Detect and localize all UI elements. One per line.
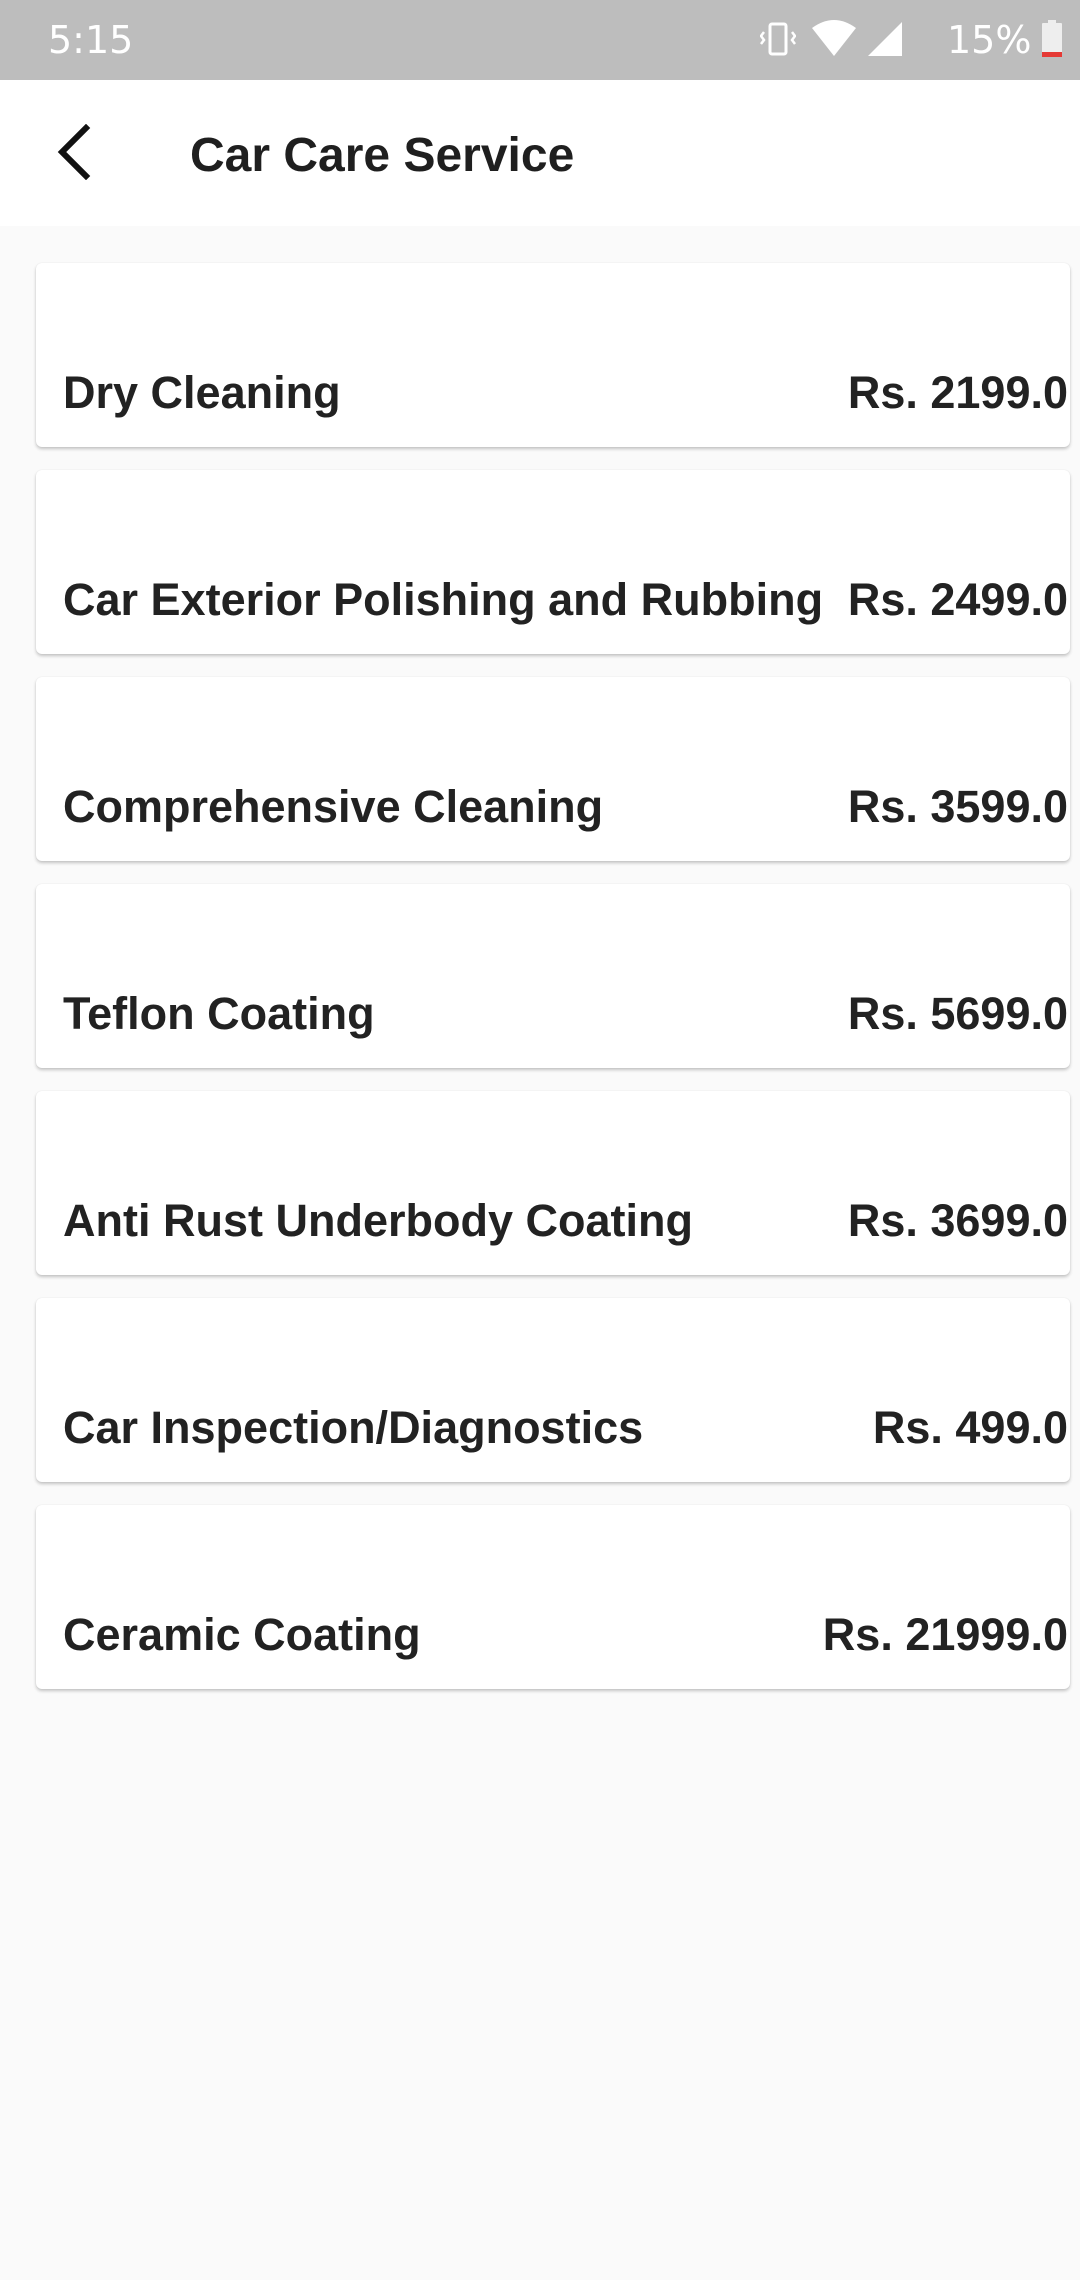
service-card-inspection-diagnostics[interactable]: Car Inspection/Diagnostics Rs. 499.0: [36, 1298, 1070, 1482]
wifi-icon: [810, 18, 858, 67]
service-card-ceramic-coating[interactable]: Ceramic Coating Rs. 21999.0: [36, 1505, 1070, 1689]
service-name: Car Exterior Polishing and Rubbing: [63, 574, 824, 625]
signal-icon: [866, 18, 906, 67]
status-icons: 15%: [740, 0, 1080, 80]
service-card-anti-rust-coating[interactable]: Anti Rust Underbody Coating Rs. 3699.0: [36, 1091, 1070, 1275]
app-bar: Car Care Service: [0, 80, 1080, 226]
service-price: Rs. 21999.0: [822, 1609, 1068, 1660]
status-bar: 5:15 15%: [0, 0, 1080, 80]
service-name: Car Inspection/Diagnostics: [63, 1402, 644, 1453]
vibrate-icon: [759, 18, 797, 67]
service-price: Rs. 3699.0: [847, 1195, 1068, 1246]
service-price: Rs. 2199.0: [847, 367, 1068, 418]
battery-low-icon: [1040, 18, 1064, 67]
service-name: Dry Cleaning: [63, 367, 341, 418]
service-name: Anti Rust Underbody Coating: [63, 1195, 693, 1246]
service-card-teflon-coating[interactable]: Teflon Coating Rs. 5699.0: [36, 884, 1070, 1068]
service-price: Rs. 499.0: [872, 1402, 1068, 1453]
service-name: Comprehensive Cleaning: [63, 781, 604, 832]
back-arrow-icon: [54, 123, 94, 185]
service-list: Dry Cleaning Rs. 2199.0 Car Exterior Pol…: [36, 263, 1070, 1712]
service-price: Rs. 3599.0: [847, 781, 1068, 832]
service-price: Rs. 2499.0: [847, 574, 1068, 625]
status-time: 5:15: [48, 18, 134, 62]
service-price: Rs. 5699.0: [847, 988, 1068, 1039]
service-card-exterior-polishing[interactable]: Car Exterior Polishing and Rubbing Rs. 2…: [36, 470, 1070, 654]
battery-percent: 15%: [947, 18, 1032, 62]
back-button[interactable]: [40, 120, 108, 188]
service-name: Teflon Coating: [63, 988, 375, 1039]
service-card-comprehensive-cleaning[interactable]: Comprehensive Cleaning Rs. 3599.0: [36, 677, 1070, 861]
service-name: Ceramic Coating: [63, 1609, 421, 1660]
service-card-dry-cleaning[interactable]: Dry Cleaning Rs. 2199.0: [36, 263, 1070, 447]
page-title: Car Care Service: [190, 129, 575, 182]
